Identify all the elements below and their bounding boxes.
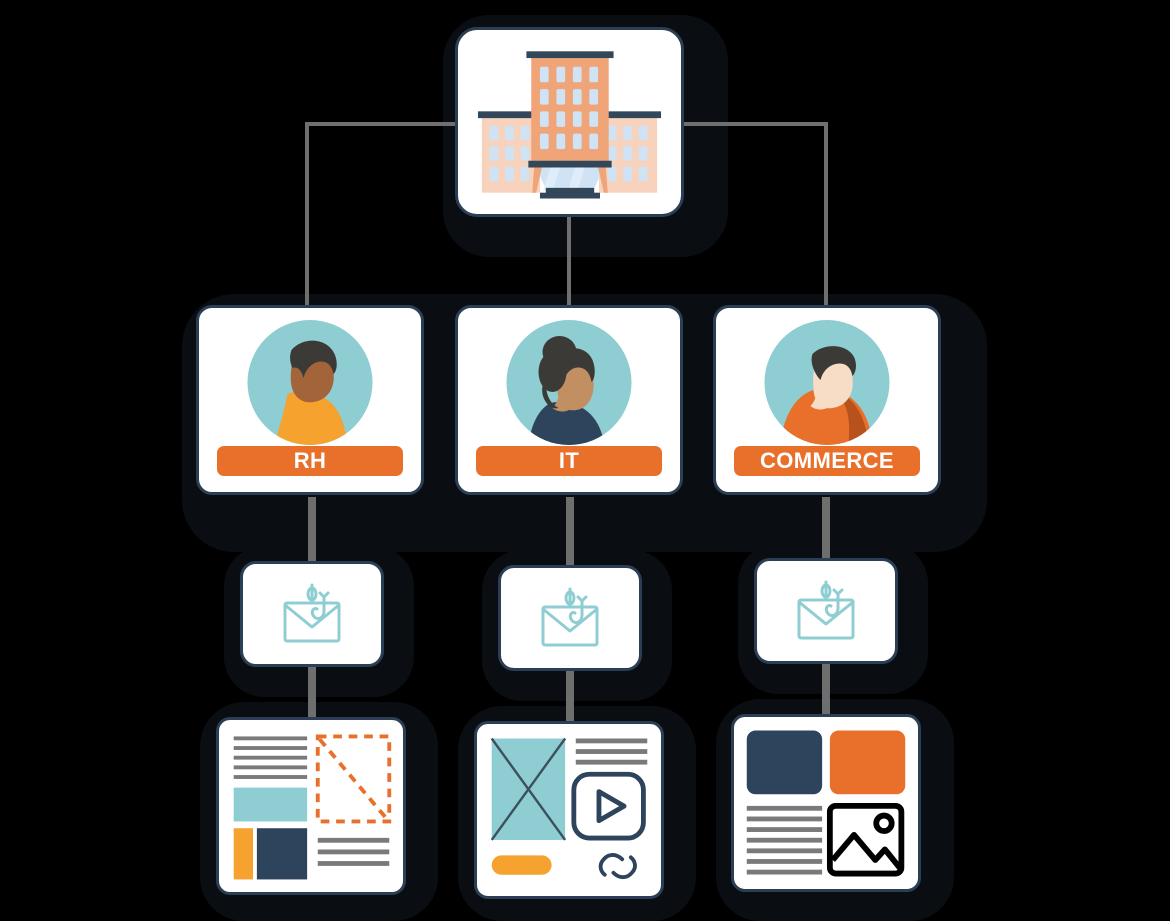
- department-card-rh[interactable]: RH: [196, 305, 424, 495]
- landing-page-card-commerce[interactable]: [731, 714, 921, 892]
- phishing-email-card-rh[interactable]: [240, 561, 384, 667]
- office-building-icon: [477, 51, 662, 199]
- department-label-rh: RH: [217, 446, 403, 476]
- phishing-email-hook-icon: [283, 583, 341, 643]
- connector-rh-to-mail: [308, 497, 316, 563]
- company-node-card[interactable]: [455, 27, 684, 217]
- department-label-text: RH: [293, 448, 327, 473]
- connector-root-to-rh: [305, 122, 309, 307]
- person-avatar-navy-shirt: [506, 320, 632, 445]
- department-label-text: IT: [558, 448, 580, 473]
- department-label-it: IT: [476, 446, 662, 476]
- connector-mail-to-page-it: [566, 671, 574, 723]
- department-label-commerce: COMMERCE: [734, 446, 920, 476]
- phishing-email-hook-icon: [541, 587, 599, 647]
- department-label-text: COMMERCE: [760, 448, 894, 473]
- phishing-email-card-commerce[interactable]: [754, 558, 898, 664]
- department-card-it[interactable]: IT: [455, 305, 683, 495]
- landing-page-blocks-photo-icon: [746, 730, 906, 877]
- person-avatar-orange-jacket: [764, 320, 890, 445]
- org-chart-diagram: RH IT COMMERCE: [0, 0, 1170, 921]
- landing-page-card-it[interactable]: [474, 721, 664, 899]
- landing-page-video-link-icon: [490, 737, 648, 880]
- connector-mail-to-page-commerce: [822, 664, 830, 716]
- connector-root-to-commerce: [824, 122, 828, 307]
- landing-page-text-image-icon: [233, 734, 392, 880]
- connector-mail-to-page-rh: [308, 667, 316, 719]
- department-card-commerce[interactable]: COMMERCE: [713, 305, 941, 495]
- landing-page-card-rh[interactable]: [216, 717, 406, 895]
- connector-commerce-to-mail: [822, 497, 830, 560]
- phishing-email-hook-icon: [797, 580, 855, 640]
- phishing-email-card-it[interactable]: [498, 565, 642, 671]
- connector-it-to-mail: [566, 497, 574, 567]
- connector-root-stem: [567, 217, 571, 307]
- person-avatar-orange-shirt: [247, 320, 373, 445]
